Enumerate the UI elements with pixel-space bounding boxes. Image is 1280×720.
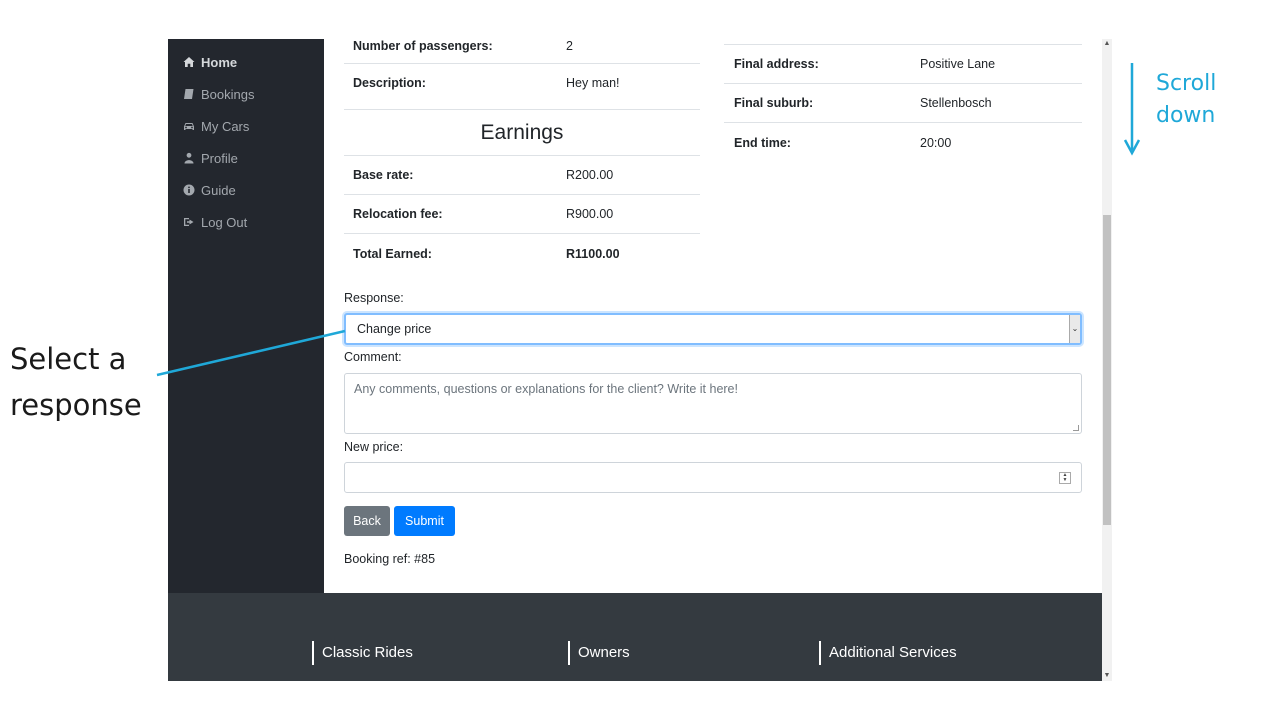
earnings-heading: Earnings <box>344 109 700 155</box>
submit-button[interactable]: Submit <box>394 506 455 536</box>
sidebar-item-label: Profile <box>201 150 238 166</box>
comment-textarea[interactable]: Any comments, questions or explanations … <box>344 373 1082 434</box>
sidebar-item-profile[interactable]: Profile <box>182 147 238 169</box>
end-time-label: End time: <box>734 136 791 150</box>
booking-details-main: Number of passengers: 2 Description: Hey… <box>324 39 1102 593</box>
response-selected-value: Change price <box>357 322 432 336</box>
annotation-line: Select a <box>10 342 127 376</box>
home-icon <box>182 55 196 69</box>
info-icon <box>182 183 196 197</box>
footer-heading-classic-rides: Classic Rides <box>312 641 413 665</box>
chevron-down-icon[interactable]: ⌄ <box>1069 315 1080 343</box>
footer-heading-owners: Owners <box>568 641 630 665</box>
sidebar-item-label: Bookings <box>201 86 255 102</box>
resize-handle-icon[interactable] <box>1073 425 1079 431</box>
back-button[interactable]: Back <box>344 506 390 536</box>
comment-label: Comment: <box>344 350 402 364</box>
sidebar-item-bookings[interactable]: Bookings <box>182 83 254 105</box>
number-spinner-icon[interactable]: ▲ ▼ <box>1059 472 1071 484</box>
table-row: Relocation fee: R900.00 <box>344 194 700 233</box>
footer-heading-additional-services: Additional Services <box>819 641 957 665</box>
table-row: Final suburb: Stellenbosch <box>724 83 1082 122</box>
user-icon <box>182 151 196 165</box>
sidebar: Home Bookings My Cars Profile Guide Log … <box>168 39 324 593</box>
base-rate-label: Base rate: <box>353 168 414 182</box>
sidebar-item-log-out[interactable]: Log Out <box>182 211 247 233</box>
sidebar-item-home[interactable]: Home <box>182 51 237 73</box>
total-earned-value: R1100.00 <box>566 247 620 261</box>
final-address-label: Final address: <box>734 57 819 71</box>
browser-viewport: Home Bookings My Cars Profile Guide Log … <box>168 39 1112 681</box>
table-row: Base rate: R200.00 <box>344 155 700 194</box>
scroll-down-icon[interactable]: ▼ <box>1102 671 1112 681</box>
scrollbar-thumb[interactable] <box>1103 215 1111 525</box>
site-footer: Classic Rides Owners Additional Services <box>168 593 1102 681</box>
new-price-label: New price: <box>344 440 404 454</box>
sidebar-item-label: Home <box>201 54 238 70</box>
arrow-down-icon <box>1123 139 1141 156</box>
annotation-line: Scroll <box>1156 71 1217 96</box>
sidebar-item-label: My Cars <box>201 118 250 134</box>
passengers-label: Number of passengers: <box>353 39 493 53</box>
end-time-value: 20:00 <box>920 136 952 150</box>
scroll-up-icon[interactable]: ▲ <box>1102 39 1112 49</box>
table-row: Final address: Positive Lane <box>724 44 1082 83</box>
final-suburb-value: Stellenbosch <box>920 96 992 110</box>
passengers-value: 2 <box>566 39 573 53</box>
table-row: Total Earned: R1100.00 <box>344 233 700 274</box>
logout-icon <box>182 215 196 229</box>
relocation-fee-label: Relocation fee: <box>353 207 443 221</box>
table-row: Number of passengers: 2 <box>344 39 700 63</box>
response-select[interactable]: Change price ⌄ <box>344 313 1082 345</box>
table-row: End time: 20:00 <box>724 122 1082 163</box>
comment-placeholder: Any comments, questions or explanations … <box>354 382 738 396</box>
annotation-scroll-down: Scroll down <box>1156 68 1216 132</box>
new-price-input[interactable]: ▲ ▼ <box>344 462 1082 493</box>
relocation-fee-value: R900.00 <box>566 207 614 221</box>
sidebar-item-my-cars[interactable]: My Cars <box>182 115 249 137</box>
description-label: Description: <box>353 76 426 90</box>
description-value: Hey man! <box>566 76 620 90</box>
sidebar-item-label: Log Out <box>201 214 248 230</box>
final-suburb-label: Final suburb: <box>734 96 814 110</box>
annotation-select-response: Select a response <box>10 336 142 428</box>
total-earned-label: Total Earned: <box>353 247 432 261</box>
base-rate-value: R200.00 <box>566 168 614 182</box>
final-address-value: Positive Lane <box>920 57 996 71</box>
sidebar-item-guide[interactable]: Guide <box>182 179 236 201</box>
annotation-line: response <box>10 388 142 422</box>
response-label: Response: <box>344 291 404 305</box>
car-icon <box>182 119 196 133</box>
annotation-line: down <box>1156 103 1216 128</box>
table-row: Description: Hey man! <box>344 63 700 102</box>
booking-ref-text: Booking ref: #85 <box>344 552 436 566</box>
sidebar-item-label: Guide <box>201 182 236 198</box>
book-icon <box>182 87 196 101</box>
vertical-scrollbar[interactable]: ▲ ▼ <box>1102 39 1112 681</box>
